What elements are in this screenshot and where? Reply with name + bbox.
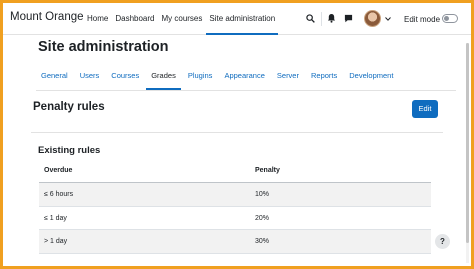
edit-button[interactable]: Edit — [412, 100, 438, 118]
edit-mode-label: Edit mode — [404, 15, 441, 24]
top-navbar: Mount Orange Home Dashboard My courses S… — [3, 3, 471, 35]
tab-appearance[interactable]: Appearance — [219, 62, 269, 90]
overdue-cell: ≤ 6 hours — [44, 191, 74, 198]
table-row: ≤ 1 day 20% — [39, 207, 431, 230]
notifications-bell-icon[interactable] — [327, 13, 336, 23]
overdue-cell: > 1 day — [44, 238, 68, 245]
penalty-rules-heading: Penalty rules — [33, 101, 105, 113]
nav-home[interactable]: Home — [84, 3, 111, 35]
penalty-cell: 20% — [255, 214, 270, 222]
section-divider — [31, 132, 443, 133]
nav-dashboard[interactable]: Dashboard — [112, 3, 157, 35]
chevron-down-icon[interactable] — [385, 17, 391, 21]
site-brand[interactable]: Mount Orange — [10, 11, 84, 23]
rules-table: Overdue Penalty ≤ 6 hours 10% ≤ 1 day 20… — [39, 159, 431, 254]
column-header-penalty: Penalty — [255, 167, 280, 174]
page-title: Site administration — [38, 39, 169, 55]
nav-site-administration[interactable]: Site administration — [206, 3, 279, 35]
tab-reports[interactable]: Reports — [306, 62, 342, 90]
admin-tabs: General Users Courses Grades Plugins App… — [36, 62, 400, 90]
search-icon[interactable] — [306, 14, 315, 23]
tab-development[interactable]: Development — [344, 62, 398, 90]
table-row: ≤ 6 hours 10% — [39, 183, 431, 207]
edit-mode-toggle[interactable] — [442, 14, 458, 23]
navbar-divider — [321, 12, 322, 26]
tab-server[interactable]: Server — [272, 62, 304, 90]
column-header-overdue: Overdue — [44, 167, 73, 174]
table-row: > 1 day 30% — [39, 230, 431, 254]
primary-navigation: Home Dashboard My courses Site administr… — [84, 3, 279, 35]
help-button[interactable]: ? — [435, 234, 450, 249]
existing-rules-heading: Existing rules — [38, 145, 101, 156]
tabs-divider — [36, 90, 456, 91]
tab-grades[interactable]: Grades — [146, 62, 181, 90]
toggle-knob — [444, 16, 449, 21]
user-avatar[interactable] — [364, 10, 381, 27]
tab-users[interactable]: Users — [75, 62, 105, 90]
tab-courses[interactable]: Courses — [106, 62, 144, 90]
tab-plugins[interactable]: Plugins — [183, 62, 218, 90]
table-header-row: Overdue Penalty — [39, 159, 431, 183]
messages-icon[interactable] — [344, 14, 353, 23]
tab-general[interactable]: General — [36, 62, 73, 90]
nav-my-courses[interactable]: My courses — [158, 3, 205, 35]
overdue-cell: ≤ 1 day — [44, 214, 67, 222]
penalty-cell: 30% — [255, 238, 270, 245]
browser-frame: Mount Orange Home Dashboard My courses S… — [3, 3, 471, 266]
scrollbar-thumb[interactable] — [466, 43, 469, 243]
penalty-cell: 10% — [255, 191, 270, 198]
